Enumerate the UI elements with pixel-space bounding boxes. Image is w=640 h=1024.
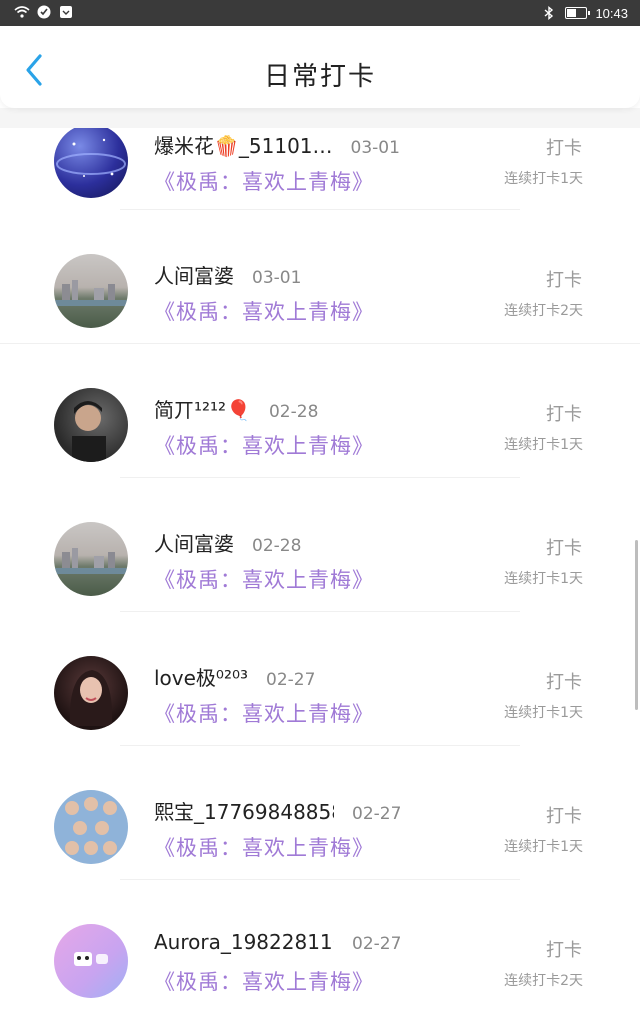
battery-icon bbox=[565, 7, 591, 19]
book-title[interactable]: 《极禹：喜欢上青梅》 bbox=[154, 698, 374, 728]
user-name: 熙宝_17769848858· bbox=[154, 800, 334, 824]
checkin-date: 02-27 bbox=[352, 934, 402, 954]
user-name: 人间富婆 bbox=[154, 532, 234, 556]
panda-avatar-image bbox=[74, 952, 108, 966]
checkin-date: 03-01 bbox=[252, 268, 302, 288]
vpn-icon bbox=[37, 5, 51, 19]
book-title[interactable]: 《极禹：喜欢上青梅》 bbox=[154, 166, 374, 196]
streak-text: 连续打卡2天 bbox=[504, 303, 583, 319]
person-avatar-image bbox=[72, 401, 106, 462]
wifi-icon bbox=[14, 6, 30, 18]
checkin-button[interactable]: 打卡 bbox=[546, 936, 582, 962]
bluetooth-icon bbox=[544, 6, 554, 20]
checkin-button[interactable]: 打卡 bbox=[546, 802, 582, 828]
checkin-button[interactable]: 打卡 bbox=[546, 266, 582, 292]
header: 日常打卡 bbox=[0, 26, 640, 108]
checkin-list: 爆米花🍿_51101… 03-01 《极禹：喜欢上青梅》 打卡 连续打卡1天 人… bbox=[0, 124, 640, 1014]
checkin-button[interactable]: 打卡 bbox=[546, 134, 582, 160]
avatar[interactable] bbox=[54, 790, 128, 864]
scrollbar[interactable] bbox=[635, 540, 638, 710]
streak-text: 连续打卡1天 bbox=[504, 571, 583, 587]
list-item[interactable]: 人间富婆 02-28 《极禹：喜欢上青梅》 打卡 连续打卡1天 bbox=[0, 478, 640, 612]
streak-text: 连续打卡1天 bbox=[504, 839, 583, 855]
list-item[interactable]: love极⁰²⁰³ 02-27 《极禹：喜欢上青梅》 打卡 连续打卡1天 bbox=[0, 612, 640, 746]
galaxy-avatar-image bbox=[56, 138, 126, 177]
streak-text: 连续打卡1天 bbox=[504, 171, 583, 187]
avatar[interactable] bbox=[54, 388, 128, 462]
user-name: 人间富婆 bbox=[154, 264, 234, 288]
user-name: 爆米花🍿_51101… bbox=[154, 134, 333, 158]
user-name: 简丌¹²¹²🎈 bbox=[154, 398, 251, 422]
checkin-button[interactable]: 打卡 bbox=[546, 400, 582, 426]
checkin-date: 02-27 bbox=[266, 670, 316, 690]
checkin-date: 03-01 bbox=[350, 138, 400, 158]
avatar[interactable] bbox=[54, 656, 128, 730]
book-title[interactable]: 《极禹：喜欢上青梅》 bbox=[154, 832, 374, 862]
notification-icon bbox=[60, 6, 72, 18]
status-time: 10:43 bbox=[595, 5, 628, 21]
checkin-button[interactable]: 打卡 bbox=[546, 668, 582, 694]
header-separator bbox=[0, 108, 640, 128]
book-title[interactable]: 《极禹：喜欢上青梅》 bbox=[154, 296, 374, 326]
list-item[interactable]: 爆米花🍿_51101… 03-01 《极禹：喜欢上青梅》 打卡 连续打卡1天 bbox=[0, 124, 640, 210]
checkin-date: 02-28 bbox=[268, 402, 319, 422]
list-item[interactable]: Aurora_198228110… 02-27 《极禹：喜欢上青梅》 打卡 连续… bbox=[0, 880, 640, 1014]
streak-text: 连续打卡1天 bbox=[504, 705, 583, 721]
group-avatar-image bbox=[65, 797, 117, 855]
status-bar: 10:43 bbox=[0, 0, 640, 26]
book-title[interactable]: 《极禹：喜欢上青梅》 bbox=[154, 564, 374, 594]
checkin-date: 02-28 bbox=[252, 536, 302, 556]
checkin-date: 02-27 bbox=[352, 804, 402, 824]
user-name: Aurora_198228110… bbox=[154, 930, 334, 954]
avatar[interactable] bbox=[54, 124, 128, 198]
user-name: love极⁰²⁰³ bbox=[154, 666, 249, 690]
book-title[interactable]: 《极禹：喜欢上青梅》 bbox=[154, 430, 374, 460]
city-avatar-image bbox=[54, 548, 128, 574]
avatar[interactable] bbox=[54, 254, 128, 328]
streak-text: 连续打卡1天 bbox=[504, 437, 583, 453]
city-avatar-image bbox=[54, 280, 128, 306]
page-title: 日常打卡 bbox=[263, 62, 376, 92]
streak-text: 连续打卡2天 bbox=[504, 973, 583, 989]
list-item[interactable]: 人间富婆 03-01 《极禹：喜欢上青梅》 打卡 连续打卡2天 bbox=[0, 210, 640, 344]
girl-avatar-image bbox=[69, 670, 113, 726]
avatar[interactable] bbox=[54, 522, 128, 596]
checkin-button[interactable]: 打卡 bbox=[546, 534, 582, 560]
list-item[interactable]: 简丌¹²¹²🎈 02-28 《极禹：喜欢上青梅》 打卡 连续打卡1天 bbox=[0, 344, 640, 478]
avatar[interactable] bbox=[54, 924, 128, 998]
book-title[interactable]: 《极禹：喜欢上青梅》 bbox=[154, 966, 374, 996]
list-item[interactable]: 熙宝_17769848858· 02-27 《极禹：喜欢上青梅》 打卡 连续打卡… bbox=[0, 746, 640, 880]
